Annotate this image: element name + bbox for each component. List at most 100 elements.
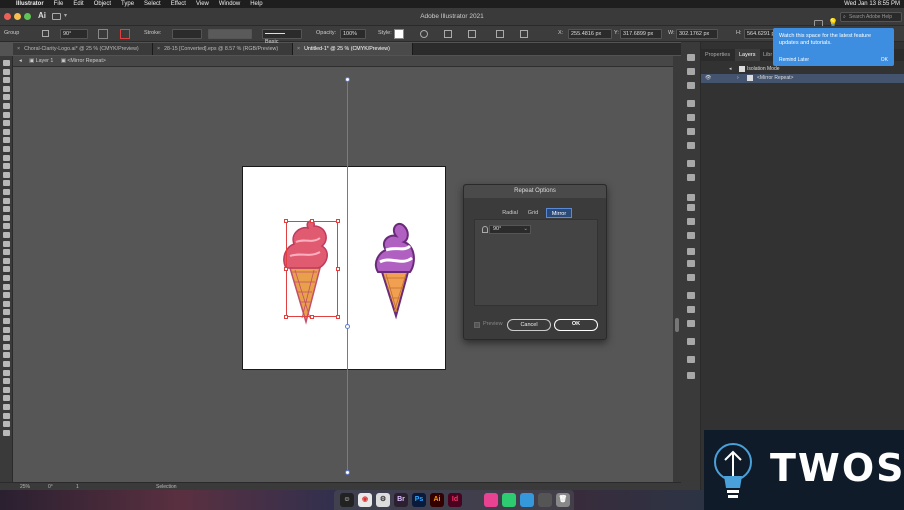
panel-icon[interactable] <box>687 160 695 167</box>
tool-button[interactable] <box>3 214 10 221</box>
tool-button[interactable] <box>3 232 10 238</box>
panel-icon[interactable] <box>687 372 695 379</box>
panel-icon[interactable] <box>687 320 695 327</box>
menu-effect[interactable]: Effect <box>171 1 186 7</box>
dock-trash-icon[interactable]: 🗑 <box>556 493 570 507</box>
panel-icon[interactable] <box>687 128 695 135</box>
variable-width-profile[interactable] <box>208 29 252 39</box>
tool-button[interactable] <box>3 361 10 367</box>
resize-handle[interactable] <box>336 219 340 223</box>
align-icon[interactable] <box>444 30 452 38</box>
menu-type[interactable]: Type <box>121 1 134 7</box>
back-arrow-icon[interactable]: ◂ <box>19 58 22 64</box>
tool-button[interactable] <box>3 421 10 428</box>
resize-handle[interactable] <box>284 267 288 271</box>
panel-icon[interactable] <box>687 248 695 255</box>
tool-button[interactable] <box>3 386 10 393</box>
panel-icon[interactable] <box>687 306 695 313</box>
tool-button[interactable] <box>3 120 10 127</box>
tab-layers[interactable]: Layers <box>735 49 760 61</box>
menu-help[interactable]: Help <box>250 1 262 7</box>
panel-icon[interactable] <box>687 100 695 107</box>
dock-screenshot-icon[interactable] <box>538 493 552 507</box>
mirror-axis-bottom-handle[interactable] <box>345 470 350 475</box>
dock-chrome-icon[interactable]: ◉ <box>358 493 372 507</box>
resize-handle[interactable] <box>336 267 340 271</box>
tab-radial[interactable]: Radial <box>498 208 522 218</box>
layer-row[interactable]: ◂ Isolation Mode <box>701 65 904 74</box>
panel-icon[interactable] <box>687 232 695 239</box>
resize-handle[interactable] <box>310 219 314 223</box>
tool-button[interactable] <box>3 163 10 170</box>
dock-bridge-icon[interactable]: Br <box>394 493 408 507</box>
tool-button[interactable] <box>3 352 10 359</box>
tool-button[interactable] <box>3 111 10 118</box>
tool-button[interactable] <box>3 60 10 66</box>
dock-illustrator-icon[interactable]: Ai <box>430 493 444 507</box>
menu-edit[interactable]: Edit <box>73 1 83 7</box>
resize-handle[interactable] <box>284 315 288 319</box>
tool-button[interactable] <box>3 240 10 247</box>
menu-file[interactable]: File <box>54 1 64 7</box>
help-search-input[interactable]: ⌕ Search Adobe Help <box>840 12 902 22</box>
selection-bounding-box[interactable] <box>286 221 338 317</box>
tool-button[interactable] <box>3 85 10 92</box>
tool-button[interactable] <box>3 154 10 161</box>
resize-handle[interactable] <box>284 219 288 223</box>
remind-later-button[interactable]: Remind Later <box>779 57 809 63</box>
breadcrumb-layer[interactable]: Layer 1 <box>36 58 54 64</box>
tool-button[interactable] <box>3 318 10 324</box>
layer-row-selected[interactable]: 👁 › <Mirror Repeat> <box>701 74 904 83</box>
tool-button[interactable] <box>3 189 10 195</box>
resize-handle[interactable] <box>336 315 340 319</box>
tool-button[interactable] <box>3 378 10 385</box>
cancel-button[interactable]: Cancel <box>507 319 551 331</box>
tab-document-1[interactable]: × Choral-Clarity-Logo.ai* @ 25 % (CMYK/Pr… <box>13 43 153 55</box>
close-tab-icon[interactable]: × <box>157 46 160 52</box>
tool-button[interactable] <box>3 146 10 152</box>
breadcrumb-item[interactable]: <Mirror Repeat> <box>67 58 106 64</box>
dock-numbers-icon[interactable] <box>502 493 516 507</box>
graphic-style-swatch[interactable] <box>394 29 404 39</box>
menu-select[interactable]: Select <box>144 1 161 7</box>
panel-icon[interactable] <box>687 82 695 89</box>
isolate-icon[interactable] <box>468 30 476 38</box>
distribute-icon[interactable] <box>520 30 528 38</box>
tool-button[interactable] <box>3 180 10 187</box>
tool-button[interactable] <box>3 94 10 101</box>
brush-definition-select[interactable]: Basic <box>262 29 302 45</box>
dock-app-icon[interactable] <box>520 493 534 507</box>
tool-button[interactable] <box>3 77 10 84</box>
mirror-axis-line[interactable] <box>347 79 348 473</box>
resize-handle[interactable] <box>310 315 314 319</box>
dock-settings-icon[interactable]: ⚙ <box>376 493 390 507</box>
tool-button[interactable] <box>3 429 10 436</box>
dock-app-icon[interactable] <box>484 493 498 507</box>
tab-grid[interactable]: Grid <box>524 208 542 218</box>
tool-button[interactable] <box>3 68 10 75</box>
panel-icon[interactable] <box>687 54 695 61</box>
x-field[interactable]: 255.4816 px <box>568 29 612 39</box>
stroke-swatch[interactable] <box>120 29 130 39</box>
tab-document-2[interactable]: × 28-15 [Converted].eps @ 8.57 % (RGB/Pre… <box>153 43 293 55</box>
panel-icon[interactable] <box>687 338 695 345</box>
panel-icon[interactable] <box>687 356 695 363</box>
tooltip-ok-button[interactable]: OK <box>881 57 888 63</box>
tab-document-3[interactable]: × Untitled-1* @ 25 % (CMYK/Preview) <box>293 43 413 55</box>
angle-field[interactable]: 90° <box>60 29 88 39</box>
back-arrow-icon[interactable]: ◂ <box>729 65 732 74</box>
y-field[interactable]: 317.6899 px <box>620 29 662 39</box>
tab-mirror[interactable]: Mirror <box>546 208 572 218</box>
menu-view[interactable]: View <box>196 1 209 7</box>
panel-icon[interactable] <box>687 204 695 211</box>
tool-button[interactable] <box>3 292 10 299</box>
transform-icon[interactable] <box>496 30 504 38</box>
axis-angle-field[interactable]: 90° ⌄ <box>489 225 531 234</box>
close-tab-icon[interactable]: × <box>297 46 300 52</box>
tool-button[interactable] <box>3 223 10 230</box>
tool-button[interactable] <box>3 206 10 213</box>
panel-icon[interactable] <box>687 174 695 181</box>
tool-button[interactable] <box>3 275 10 281</box>
opacity-field[interactable]: 100% <box>340 29 366 39</box>
panel-icon[interactable] <box>687 274 695 281</box>
